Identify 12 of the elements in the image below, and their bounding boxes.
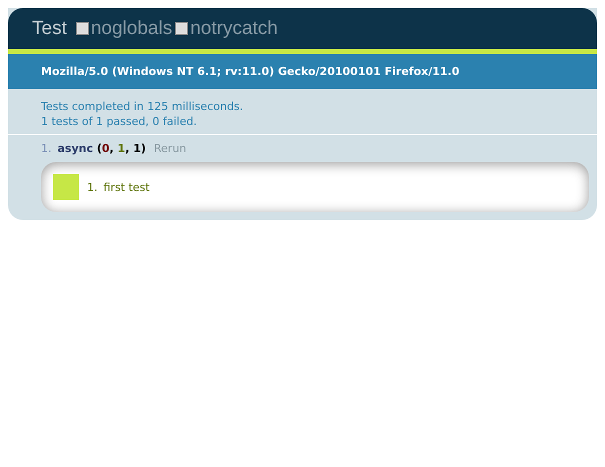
summary-line: Tests completed in 125 milliseconds. <box>41 99 244 114</box>
page-title: Test <box>32 18 67 40</box>
summary-line: 1 tests of 1 passed, 0 failed. <box>41 114 198 129</box>
assertion-text: first test <box>104 180 150 194</box>
checkbox[interactable] <box>76 22 89 35</box>
assertion-number: 1. <box>87 180 98 194</box>
test-number: 1. <box>41 142 52 155</box>
test-name[interactable]: async (0, 1, 1) <box>58 142 146 155</box>
checkbox-label[interactable]: noglobals <box>90 18 172 40</box>
checkbox[interactable] <box>175 22 188 35</box>
user-agent-text: Mozilla/5.0 (Windows NT 6.1; rv:11.0) Gecko/20100101 Firefox/11.0 <box>41 65 460 78</box>
checkbox-label[interactable]: notrycatch <box>190 18 278 40</box>
